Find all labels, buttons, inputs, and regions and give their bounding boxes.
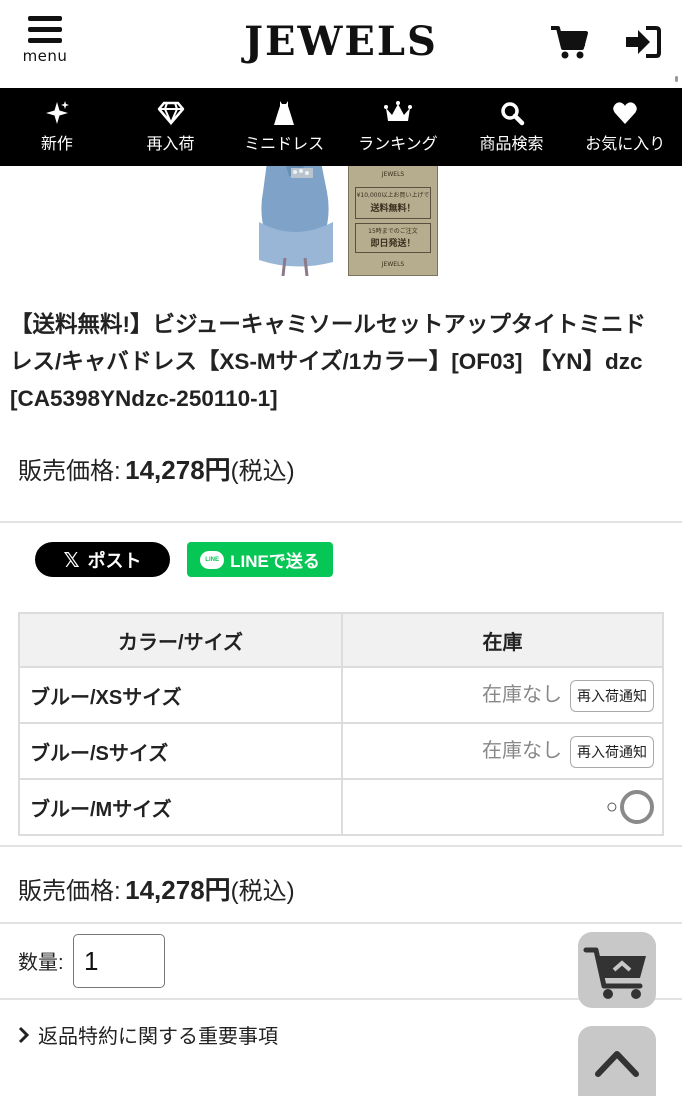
quantity-label: 数量:	[18, 952, 64, 974]
price-label: 販売価格:	[18, 458, 121, 485]
returns-policy-label: 返品特約に関する重要事項	[38, 1026, 278, 1048]
nav-item-mini-dress[interactable]: ミニドレス	[227, 88, 341, 166]
restock-notify-button[interactable]: 再入荷通知	[570, 735, 654, 768]
nav-item-favorites[interactable]: お気に入り	[568, 88, 682, 166]
stock-cell: ○	[341, 778, 664, 836]
promo-brand: JEWELS	[381, 261, 405, 268]
line-share-label: LINEで送る	[230, 552, 320, 571]
nav-item-new[interactable]: 新作	[0, 88, 114, 166]
chevron-right-icon	[18, 1026, 30, 1043]
stock-cell: 在庫なし 再入荷通知	[341, 722, 664, 780]
quantity-input[interactable]	[73, 934, 165, 988]
back-to-top-button[interactable]	[578, 1026, 656, 1096]
promo-text: 即日発送！	[370, 239, 416, 249]
variant-name: ブルー/Sサイズ	[18, 722, 343, 780]
stock-status: 在庫なし	[482, 684, 562, 707]
category-nav: 新作 再入荷 ミニドレス ランキング 商品検索 お気に入り	[0, 88, 682, 166]
floating-cart-button[interactable]	[578, 932, 656, 1008]
x-logo-icon: 𝕏	[63, 547, 80, 572]
price-row-bottom: 販売価格: 14,278円(税込)	[18, 870, 295, 907]
dress-icon	[274, 101, 295, 125]
heart-icon	[613, 102, 637, 124]
stock-cell: 在庫なし 再入荷通知	[341, 666, 664, 724]
nav-label: 商品検索	[479, 134, 544, 153]
nav-item-ranking[interactable]: ランキング	[341, 88, 455, 166]
promo-brand-top: JEWELS	[381, 171, 405, 178]
promo-card: JEWELS ¥10,000以上お買い上げで 送料無料！ 15時までのご注文 即…	[348, 166, 438, 276]
product-image-carousel[interactable]: JEWELS ¥10,000以上お買い上げで 送料無料！ 15時までのご注文 即…	[0, 166, 682, 282]
nav-item-restock[interactable]: 再入荷	[114, 88, 228, 166]
table-header-row: カラー/サイズ 在庫	[18, 612, 664, 668]
table-row: ブルー/XSサイズ 在庫なし 再入荷通知	[18, 666, 664, 724]
price-label: 販売価格:	[18, 878, 121, 905]
scrollbar[interactable]	[675, 76, 678, 82]
price-value: 14,278円	[125, 875, 231, 905]
table-row: ブルー/Mサイズ ○	[18, 778, 664, 836]
promo-text: 15時までのご注文	[368, 228, 418, 235]
stock-status: 在庫なし	[482, 740, 562, 763]
product-thumbnail[interactable]	[255, 166, 337, 276]
returns-policy-link[interactable]: 返品特約に関する重要事項	[18, 1020, 278, 1049]
column-header: 在庫	[341, 612, 664, 668]
variant-name: ブルー/Mサイズ	[18, 778, 343, 836]
price-tax: (税込)	[230, 458, 295, 485]
promo-box-dispatch: 15時までのご注文 即日発送！	[355, 223, 431, 253]
promo-text: ¥10,000以上お買い上げで	[356, 192, 430, 199]
column-header: カラー/サイズ	[18, 612, 343, 668]
variant-name: ブルー/XSサイズ	[18, 666, 343, 724]
cart-icon	[583, 947, 646, 999]
stock-status: ○	[605, 795, 618, 818]
promo-text: 送料無料！	[370, 204, 416, 214]
chevron-up-icon	[595, 1051, 639, 1077]
login-icon[interactable]	[622, 24, 662, 60]
divider	[0, 845, 682, 847]
site-header: menu JEWELS	[0, 0, 682, 88]
nav-label: お気に入り	[585, 134, 666, 153]
line-logo-icon: LINE	[200, 550, 225, 569]
crown-icon	[383, 101, 412, 121]
divider	[0, 922, 682, 924]
price-row: 販売価格: 14,278円(税込)	[18, 450, 295, 487]
stock-table: カラー/サイズ 在庫 ブルー/XSサイズ 在庫なし 再入荷通知 ブルー/Sサイズ …	[18, 612, 664, 836]
nav-label: 新作	[40, 134, 73, 153]
cart-icon[interactable]	[549, 24, 589, 60]
variant-select-radio[interactable]	[620, 790, 654, 824]
nav-item-search[interactable]: 商品検索	[455, 88, 569, 166]
x-post-button[interactable]: 𝕏 ポスト	[35, 542, 170, 577]
price-value: 14,278円	[125, 455, 231, 485]
diamond-icon	[157, 101, 184, 126]
x-post-label: ポスト	[87, 550, 142, 571]
nav-label: ランキング	[358, 134, 438, 153]
nav-label: ミニドレス	[244, 134, 325, 153]
restock-notify-button[interactable]: 再入荷通知	[570, 679, 654, 712]
table-row: ブルー/Sサイズ 在庫なし 再入荷通知	[18, 722, 664, 780]
product-title: 【送料無料!】ビジューキャミソールセットアップタイトミニドレス/キャバドレス【X…	[10, 312, 646, 411]
nav-label: 再入荷	[146, 134, 195, 153]
promo-box-shipping: ¥10,000以上お買い上げで 送料無料！	[355, 187, 431, 219]
price-tax: (税込)	[230, 878, 295, 905]
search-icon	[500, 102, 524, 126]
sparkle-icon	[45, 101, 69, 124]
divider	[0, 521, 682, 523]
line-share-button[interactable]: LINE LINEで送る	[187, 542, 333, 577]
